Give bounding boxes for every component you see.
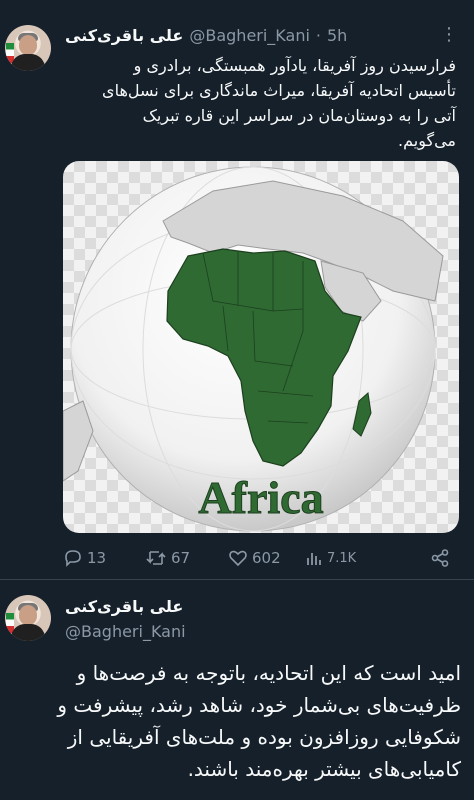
avatar[interactable] <box>5 25 51 71</box>
share-button[interactable] <box>430 548 450 568</box>
image-caption: Africa <box>198 472 323 523</box>
tweet-divider <box>0 579 474 580</box>
author-name[interactable]: علی باقری‌کنی <box>65 26 183 45</box>
tweet-text-line: امید است که این اتحادیه، باتوجه به فرصت‌… <box>76 661 461 685</box>
like-count: 602 <box>252 549 281 567</box>
separator-dot: · <box>315 25 321 45</box>
timestamp[interactable]: 5h <box>327 26 347 45</box>
tweet-text-line: فرارسیدن روز آفریقا، یادآور همبستگی، برا… <box>133 56 456 75</box>
tweet-text-line: شکوفایی روزافزون بوده و ملت‌های آفریقایی… <box>67 725 461 749</box>
africa-globe-illustration: Africa <box>63 166 444 532</box>
share-icon <box>431 549 449 567</box>
views-count: 7.1K <box>327 550 357 566</box>
author-handle[interactable]: @Bagheri_Kani <box>65 622 186 641</box>
views-button[interactable]: 7.1K <box>305 548 356 568</box>
more-icon[interactable]: ⋮ <box>440 24 458 45</box>
avatar[interactable] <box>5 595 51 641</box>
retweet-count: 67 <box>171 549 191 567</box>
like-button[interactable]: 602 <box>228 548 281 568</box>
retweet-button[interactable]: 67 <box>145 548 190 568</box>
reply-icon <box>65 550 81 567</box>
tweet-image[interactable]: Africa <box>63 161 459 533</box>
tweet-text-line: آتی را به دوستان‌مان در سراسر این قاره ت… <box>142 106 456 125</box>
tweet-text-line: تأسیس اتحادیه آفریقا، میراث ماندگاری برا… <box>102 81 456 100</box>
like-icon <box>229 550 247 567</box>
tweet-text-line: کامیابی‌های بیشتر بهره‌مند باشند. <box>187 757 461 781</box>
tweet-text: فرارسیدن روز آفریقا، یادآور همبستگی، برا… <box>60 53 456 153</box>
author-handle[interactable]: @Bagheri_Kani <box>189 26 310 45</box>
tweet-text-line: ظرفیت‌های بی‌شمار خود، شاهد رشد، پیشرفت … <box>57 693 461 717</box>
reply-button[interactable]: 13 <box>63 548 106 568</box>
tweet-text: امید است که این اتحادیه، باتوجه به فرصت‌… <box>15 657 461 785</box>
reply-count: 13 <box>87 549 107 567</box>
author-name[interactable]: علی باقری‌کنی <box>65 597 183 616</box>
tweet-text-line: می‌گویم. <box>398 131 456 150</box>
views-icon <box>307 553 321 565</box>
retweet-icon <box>146 551 166 565</box>
tweet-header: علی باقری‌کنی @Bagheri_Kani · 5h <box>65 22 435 48</box>
